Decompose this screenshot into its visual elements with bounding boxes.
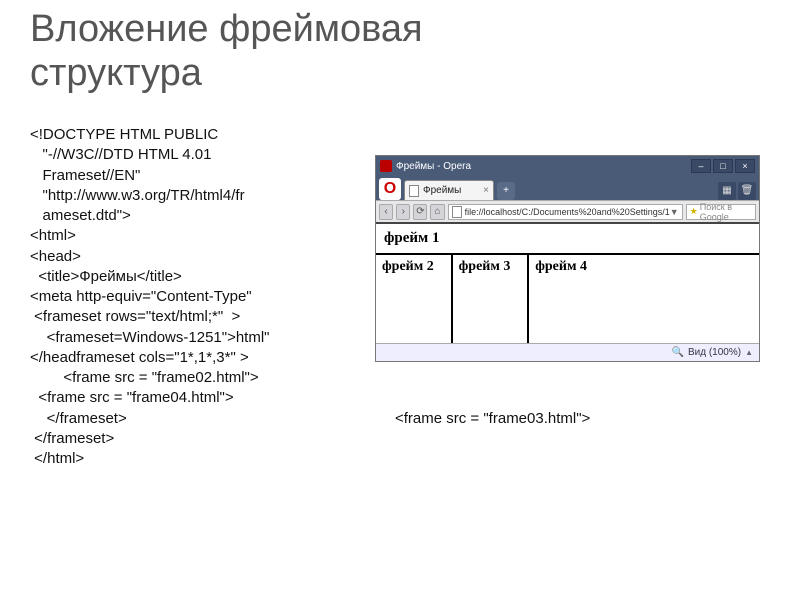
forward-button[interactable]: › bbox=[396, 204, 410, 220]
search-field[interactable]: ★ Поиск в Google bbox=[686, 204, 756, 220]
url-dropdown-icon[interactable]: ▼ bbox=[670, 207, 679, 217]
browser-window: Фреймы - Opera – □ × O Фреймы × + ▦ 🗑 ‹ … bbox=[375, 155, 760, 362]
panel-icon[interactable]: ▦ bbox=[718, 182, 736, 200]
close-button[interactable]: × bbox=[735, 159, 755, 173]
url-text: file://localhost/C:/Documents%20and%20Se… bbox=[465, 207, 670, 217]
url-field[interactable]: file://localhost/C:/Documents%20and%20Se… bbox=[448, 204, 683, 220]
minimize-button[interactable]: – bbox=[691, 159, 711, 173]
frame-2: фрейм 2 bbox=[376, 255, 453, 343]
reload-button[interactable]: ⟳ bbox=[413, 204, 427, 220]
star-icon: ★ bbox=[690, 206, 698, 217]
zoom-dropdown-icon[interactable]: ▲ bbox=[745, 348, 753, 357]
document-icon bbox=[409, 185, 419, 197]
titlebar: Фреймы - Opera – □ × bbox=[376, 156, 759, 176]
search-placeholder: Поиск в Google bbox=[700, 202, 752, 222]
back-button[interactable]: ‹ bbox=[379, 204, 393, 220]
slide-title: Вложение фреймовая структура bbox=[30, 8, 423, 95]
tab-label: Фреймы bbox=[423, 185, 461, 196]
code-extra-line: <frame src = "frame03.html"> bbox=[395, 410, 590, 427]
tab-tools: ▦ 🗑 bbox=[718, 182, 756, 200]
page-icon bbox=[452, 206, 462, 218]
zoom-icon[interactable]: 🔍 bbox=[672, 347, 684, 358]
opera-menu-icon[interactable]: O bbox=[379, 178, 401, 200]
window-title: Фреймы - Opera bbox=[396, 161, 689, 172]
browser-tab[interactable]: Фреймы × bbox=[404, 180, 494, 200]
title-line-2: структура bbox=[30, 52, 202, 94]
tab-bar: O Фреймы × + ▦ 🗑 bbox=[376, 176, 759, 200]
zoom-label[interactable]: Вид (100%) bbox=[688, 347, 741, 358]
home-button[interactable]: ⌂ bbox=[430, 204, 444, 220]
opera-app-icon bbox=[380, 160, 392, 172]
frame-row: фрейм 2 фрейм 3 фрейм 4 bbox=[376, 253, 759, 343]
new-tab-button[interactable]: + bbox=[497, 182, 515, 200]
frame-3: фрейм 3 bbox=[453, 255, 530, 343]
address-bar: ‹ › ⟳ ⌂ file://localhost/C:/Documents%20… bbox=[376, 200, 759, 222]
maximize-button[interactable]: □ bbox=[713, 159, 733, 173]
title-line-1: Вложение фреймовая bbox=[30, 8, 423, 50]
frame-1: фрейм 1 bbox=[376, 224, 759, 253]
tab-close-icon[interactable]: × bbox=[483, 185, 489, 196]
page-content: фрейм 1 фрейм 2 фрейм 3 фрейм 4 bbox=[376, 222, 759, 343]
status-bar: 🔍 Вид (100%) ▲ bbox=[376, 343, 759, 361]
trash-icon[interactable]: 🗑 bbox=[738, 182, 756, 200]
frame-4: фрейм 4 bbox=[529, 255, 759, 343]
code-listing: <!DOCTYPE HTML PUBLIC "-//W3C//DTD HTML … bbox=[30, 125, 365, 469]
